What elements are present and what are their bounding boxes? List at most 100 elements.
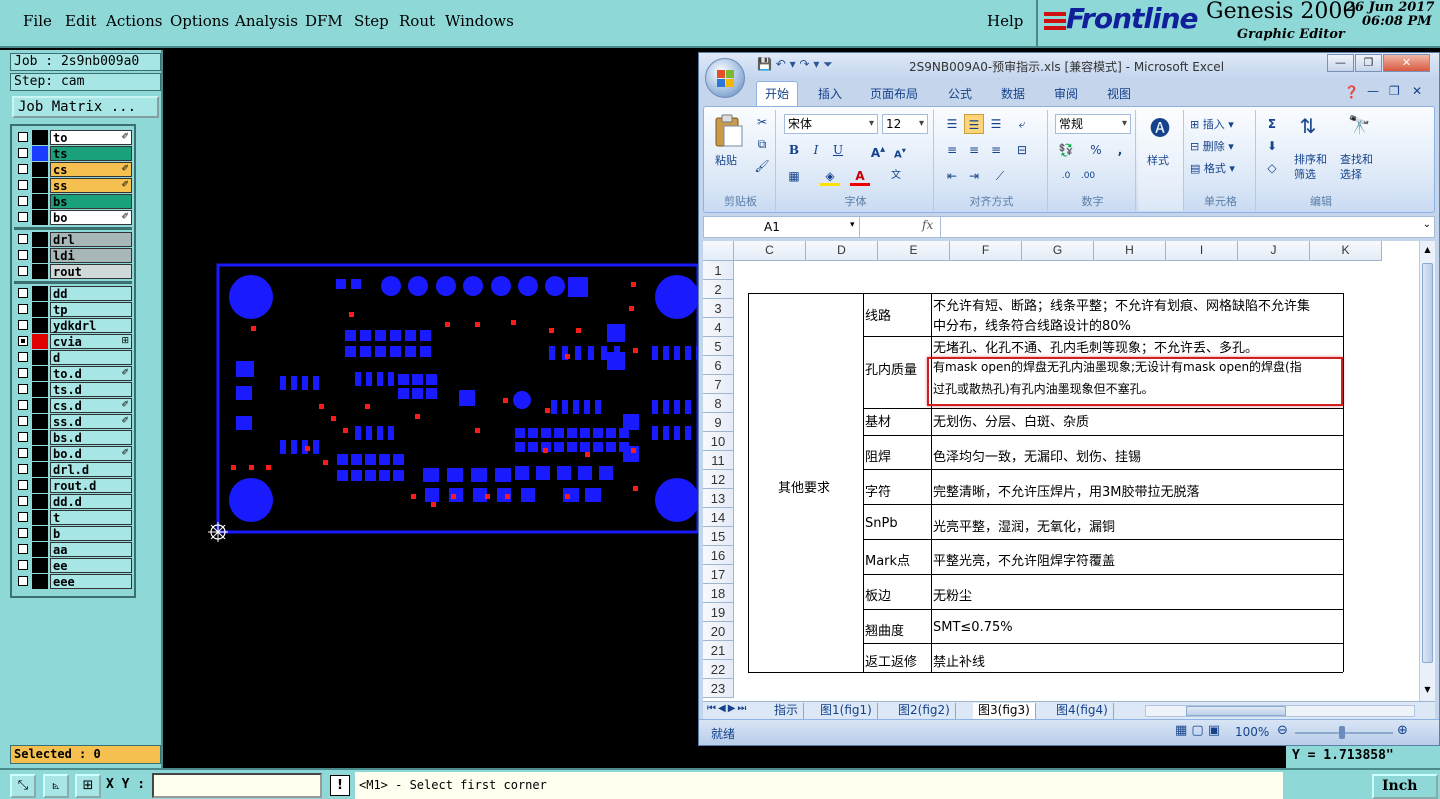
layer-checkbox[interactable] <box>18 148 28 158</box>
layer-name[interactable]: ts <box>50 146 132 161</box>
layer-checkbox[interactable] <box>18 384 28 394</box>
item-label[interactable]: Mark点 <box>865 550 910 569</box>
layer-row[interactable]: eee <box>14 574 132 589</box>
tab-insert[interactable]: 插入 <box>818 85 842 102</box>
sheet-nav-icon[interactable]: ⏮◀▶⏭ <box>707 703 748 714</box>
layer-checkbox[interactable] <box>18 448 28 458</box>
layer-checkbox[interactable] <box>18 512 28 522</box>
item-description[interactable]: 不允许有短、断路；线条平整；不允许有划痕、网格缺陷不允许集 <box>933 295 1310 314</box>
find-select-label[interactable]: 查找和选择 <box>1340 152 1378 182</box>
column-header[interactable]: E <box>878 241 950 261</box>
menu-step[interactable]: Step <box>354 12 389 30</box>
font-name-select[interactable]: 宋体 <box>784 114 878 134</box>
font-size-select[interactable]: 12 <box>882 114 928 134</box>
tab-view[interactable]: 视图 <box>1107 85 1131 102</box>
help-icon[interactable]: ❓ <box>1344 85 1359 99</box>
layer-name[interactable]: ts.d <box>50 382 132 397</box>
item-label[interactable]: 阻焊 <box>865 446 891 465</box>
menu-dfm[interactable]: DFM <box>305 12 343 30</box>
row-header[interactable]: 15 <box>703 527 734 546</box>
maximize-button[interactable]: ❐ <box>1355 54 1382 72</box>
orientation-icon[interactable]: ⟋ <box>990 166 1010 186</box>
layer-checkbox[interactable] <box>18 544 28 554</box>
insert-button[interactable]: ⊞ 插入 ▾ <box>1190 116 1234 132</box>
zoom-out-icon[interactable]: ⊖ <box>1277 723 1288 738</box>
layer-name[interactable]: bs <box>50 194 132 209</box>
item-label[interactable]: 基材 <box>865 411 891 430</box>
item-description[interactable]: 色泽均匀一致，无漏印、划伤、挂锡 <box>933 446 1141 465</box>
layer-color-swatch[interactable] <box>32 146 48 161</box>
row-header[interactable]: 3 <box>703 299 734 318</box>
merge-center-icon[interactable]: ⊟ <box>1012 140 1032 160</box>
row-header[interactable]: 11 <box>703 451 734 470</box>
layer-checkbox[interactable] <box>18 164 28 174</box>
excel-window[interactable]: 2S9NB009A0-预审指示.xls [兼容模式] - Microsoft E… <box>698 52 1440 746</box>
comma-icon[interactable]: , <box>1110 140 1130 160</box>
layer-name[interactable]: t <box>50 510 132 525</box>
ribbon-restore-button[interactable]: ❐ <box>1389 84 1400 98</box>
row-header[interactable]: 22 <box>703 660 734 679</box>
layer-checkbox[interactable] <box>18 288 28 298</box>
ribbon-minimize-button[interactable]: — <box>1367 84 1379 98</box>
horizontal-scroll-thumb[interactable] <box>1186 706 1286 716</box>
italic-button[interactable]: I <box>806 140 826 160</box>
layer-checkbox[interactable] <box>18 352 28 362</box>
layer-checkbox[interactable] <box>18 266 28 276</box>
zoom-in-icon[interactable]: ⊕ <box>1397 723 1408 738</box>
layer-color-swatch[interactable] <box>32 414 48 429</box>
layer-color-swatch[interactable] <box>32 194 48 209</box>
layer-color-swatch[interactable] <box>32 574 48 589</box>
layer-name[interactable]: bo <box>50 210 132 225</box>
sheet-tab[interactable]: 图3(fig3) <box>973 703 1036 719</box>
close-button[interactable]: ✕ <box>1383 54 1430 72</box>
layer-checkbox[interactable] <box>18 368 28 378</box>
layer-name[interactable]: ldi <box>50 248 132 263</box>
layer-row[interactable]: cs.d ✐ <box>14 398 132 413</box>
phonetic-icon[interactable]: 文 <box>886 166 906 186</box>
column-header[interactable]: J <box>1238 241 1310 261</box>
font-color-icon[interactable]: A <box>850 166 870 186</box>
layer-name[interactable]: d <box>50 350 132 365</box>
layer-checkbox[interactable] <box>18 416 28 426</box>
menu-actions[interactable]: Actions <box>106 12 162 30</box>
tab-formulas[interactable]: 公式 <box>948 85 972 102</box>
item-description[interactable]: 中分布，线条符合线路设计的80% <box>933 315 1131 334</box>
row-header[interactable]: 5 <box>703 337 734 356</box>
item-label[interactable]: 线路 <box>865 305 891 324</box>
layer-color-swatch[interactable] <box>32 210 48 225</box>
layer-color-swatch[interactable] <box>32 318 48 333</box>
layer-name[interactable]: to.d <box>50 366 132 381</box>
row-header[interactable]: 1 <box>703 261 734 280</box>
scroll-thumb[interactable] <box>1422 263 1433 663</box>
delete-button[interactable]: ⊟ 删除 ▾ <box>1190 138 1234 154</box>
align-top-icon[interactable]: ☰ <box>942 114 962 134</box>
quick-access-toolbar[interactable]: 💾 ↶ ▾ ↷ ▾ ⏷ <box>757 57 833 72</box>
row-header[interactable]: 10 <box>703 432 734 451</box>
item-label[interactable]: 翘曲度 <box>865 620 904 639</box>
layer-name[interactable]: dd <box>50 286 132 301</box>
autosum-icon[interactable]: Σ <box>1262 114 1282 134</box>
row-header[interactable]: 17 <box>703 565 734 584</box>
select-all-corner[interactable] <box>703 241 734 261</box>
row-header[interactable]: 8 <box>703 394 734 413</box>
layer-color-swatch[interactable] <box>32 264 48 279</box>
menu-file[interactable]: File <box>23 12 52 30</box>
layer-name[interactable]: ss <box>50 178 132 193</box>
cut-icon[interactable]: ✂ <box>752 112 772 132</box>
layer-checkbox[interactable] <box>18 480 28 490</box>
zoom-window-button[interactable]: ⤡ <box>10 774 36 798</box>
office-button[interactable] <box>705 58 745 98</box>
item-description[interactable]: 无堵孔、化孔不通、孔内毛刺等现象；不允许丢、多孔。 <box>933 337 1258 356</box>
item-label[interactable]: 字符 <box>865 481 891 500</box>
layer-checkbox[interactable] <box>18 234 28 244</box>
align-left-icon[interactable]: ≡ <box>942 140 962 160</box>
layer-name[interactable]: to <box>50 130 132 145</box>
layer-color-swatch[interactable] <box>32 302 48 317</box>
layer-name[interactable]: drl <box>50 232 132 247</box>
layer-name[interactable]: rout <box>50 264 132 279</box>
layer-row[interactable]: tp <box>14 302 132 317</box>
layer-name[interactable]: cvia <box>50 334 132 349</box>
measure-button[interactable]: ⦝ <box>43 774 69 798</box>
row-header[interactable]: 2 <box>703 280 734 299</box>
item-description[interactable]: 光亮平整，湿润，无氧化，漏铜 <box>933 516 1115 535</box>
